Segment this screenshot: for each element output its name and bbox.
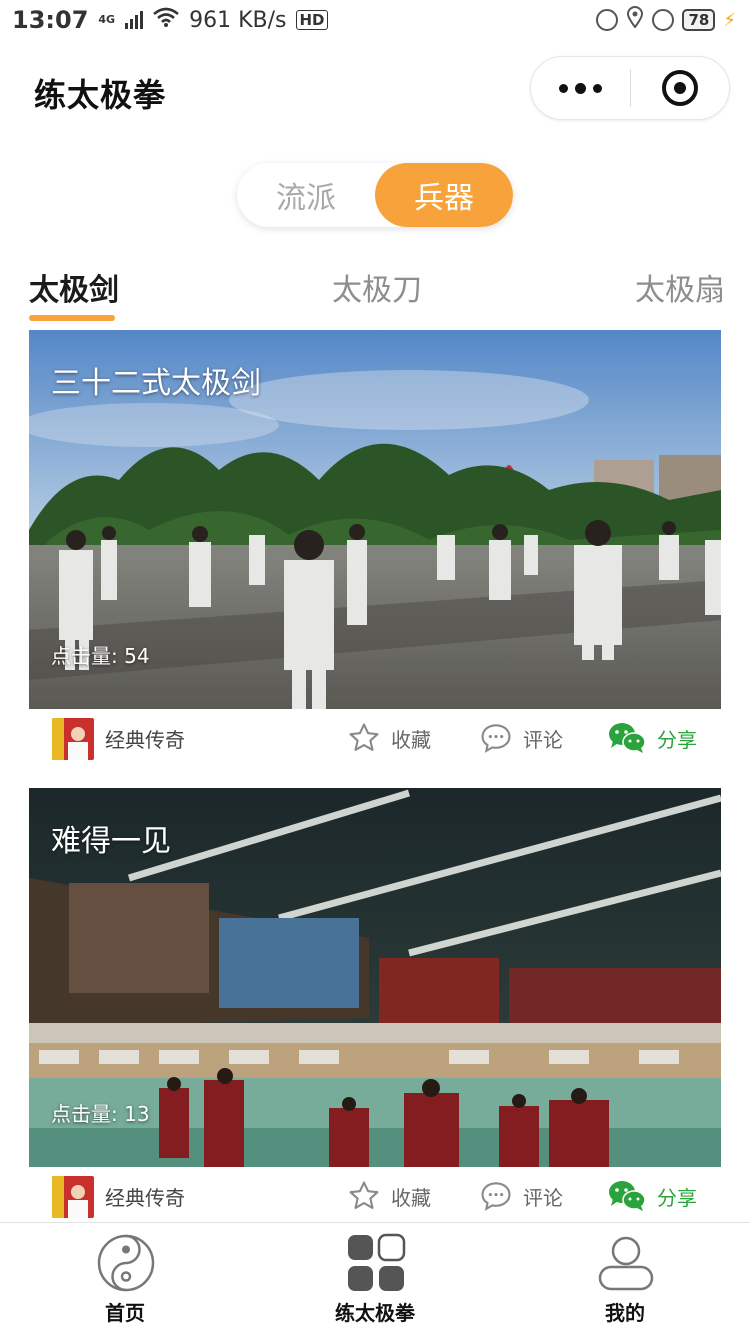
tabbar-label: 我的: [605, 1301, 645, 1325]
user-icon: [596, 1233, 656, 1293]
wechat-icon: [609, 1181, 646, 1211]
collect-button[interactable]: 收藏: [347, 718, 431, 758]
tabbar-item-mine[interactable]: 我的: [500, 1223, 750, 1334]
star-icon: [349, 723, 379, 751]
video-footer: 经典传奇 收藏 评论 分享: [29, 1167, 721, 1225]
tabbar-label: 首页: [105, 1301, 145, 1325]
target-icon: [661, 70, 698, 106]
video-card: 难得一见 点击量: 13 经典传奇 收藏 评论 分享: [29, 788, 721, 1225]
share-label: 分享: [657, 727, 697, 752]
tab-taiji-fan[interactable]: 太极扇: [635, 265, 725, 309]
collect-label: 收藏: [391, 1185, 431, 1210]
star-icon: [349, 1181, 379, 1209]
network-speed: 961 KB/s: [189, 7, 287, 33]
nav-bar: 练太极拳: [0, 40, 750, 140]
comment-icon: [481, 724, 511, 753]
dot-icon: [593, 83, 602, 93]
author-name[interactable]: 经典传奇: [105, 1182, 185, 1211]
more-button[interactable]: [531, 57, 630, 119]
share-button[interactable]: 分享: [607, 1176, 697, 1216]
share-button[interactable]: 分享: [607, 718, 697, 758]
mini-program-capsule: [530, 56, 730, 120]
author-name[interactable]: 经典传奇: [105, 724, 185, 753]
segmented-control: 流派 兵器: [237, 163, 513, 227]
network-type: 4G: [98, 13, 116, 26]
grid-icon: [346, 1233, 406, 1293]
status-left: 13:07 4G 961 KB/s HD: [12, 6, 328, 34]
app-screen: 13:07 4G 961 KB/s HD 78 ⚡ 练太极拳 流派 兵器 太极剑…: [0, 0, 750, 1334]
page-title: 练太极拳: [34, 76, 167, 114]
click-count: 点击量: 54: [51, 644, 150, 668]
author-avatar[interactable]: [52, 1176, 94, 1218]
click-count: 点击量: 13: [51, 1102, 150, 1126]
comment-label: 评论: [523, 1185, 563, 1210]
video-title: 三十二式太极剑: [51, 366, 261, 401]
tabbar-item-practice[interactable]: 练太极拳: [250, 1223, 500, 1334]
comment-label: 评论: [523, 727, 563, 752]
collect-label: 收藏: [391, 727, 431, 752]
comment-button[interactable]: 评论: [479, 718, 563, 758]
dot-icon: [575, 82, 586, 94]
comment-button[interactable]: 评论: [479, 1176, 563, 1216]
video-footer: 经典传奇 收藏 评论 分享: [29, 709, 721, 767]
video-thumbnail[interactable]: 三十二式太极剑 点击量: 54: [29, 330, 721, 709]
status-time: 13:07: [12, 6, 89, 34]
comment-icon: [481, 1182, 511, 1211]
bottom-tab-bar: 首页 练太极拳 我的: [0, 1222, 750, 1334]
location-icon: [626, 6, 644, 34]
wifi-icon: [153, 7, 179, 33]
tab-taiji-sword[interactable]: 太极剑: [29, 265, 119, 309]
status-right: 78 ⚡: [596, 6, 736, 34]
wechat-icon: [609, 723, 646, 753]
collect-button[interactable]: 收藏: [347, 1176, 431, 1216]
segment-school[interactable]: 流派: [237, 163, 375, 227]
yin-yang-icon: [96, 1233, 156, 1293]
tab-taiji-saber[interactable]: 太极刀: [332, 265, 422, 309]
signal-icon: [125, 11, 144, 29]
tabbar-label: 练太极拳: [335, 1301, 415, 1325]
segment-weapons[interactable]: 兵器: [375, 163, 513, 227]
dot-icon: [559, 83, 568, 93]
author-avatar[interactable]: [52, 718, 94, 760]
close-button[interactable]: [631, 57, 729, 119]
charging-icon: ⚡: [723, 9, 736, 31]
alarm-icon: [652, 9, 675, 31]
video-card: 三十二式太极剑 点击量: 54 经典传奇 收藏 评论 分享: [29, 330, 721, 767]
hd-icon: HD: [296, 10, 328, 30]
battery-level: 78: [682, 9, 716, 31]
share-label: 分享: [657, 1185, 697, 1210]
category-tabs: 太极剑 太极刀 太极扇: [0, 255, 750, 325]
tabbar-item-home[interactable]: 首页: [0, 1223, 250, 1334]
tab-active-indicator: [29, 315, 115, 321]
video-title: 难得一见: [51, 824, 171, 859]
status-bar: 13:07 4G 961 KB/s HD 78 ⚡: [0, 0, 750, 40]
video-thumbnail[interactable]: 难得一见 点击量: 13: [29, 788, 721, 1167]
lock-rotation-icon: [596, 9, 619, 31]
